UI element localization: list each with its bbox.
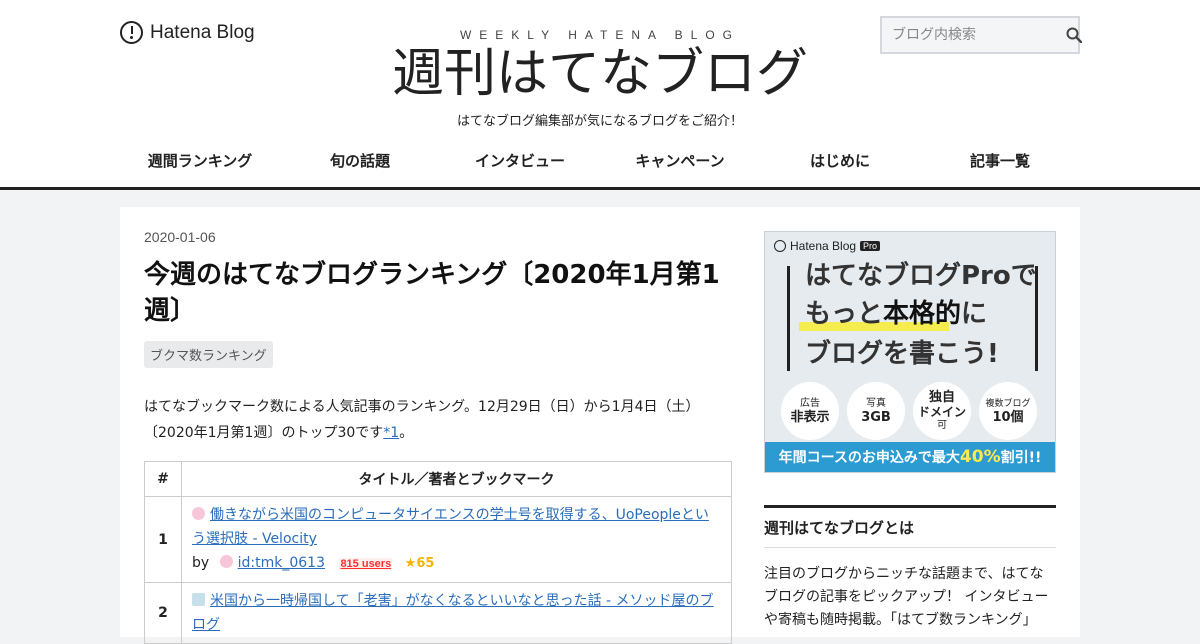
main-content: 2020-01-06 今週のはてなブログランキング〔2020年1月第1週〕 ブク… [120, 207, 1080, 644]
author-avatar-icon [219, 555, 233, 568]
banner-left-bar [787, 266, 790, 371]
search-input[interactable] [882, 18, 1066, 52]
table-row: 1 働きながら米国のコンピュータサイエンスの学士号を取得する、UoPeopleと… [144, 496, 732, 583]
search-box [880, 16, 1082, 54]
banner-foot-text: 年間コースのお申込みで最大 [778, 450, 960, 466]
feature-big: ドメイン [917, 405, 966, 419]
site-header: Hatena Blog WEEKLY HATENA BLOG 週刊はてなブログ … [0, 0, 1200, 190]
nav-hot-topics[interactable]: 旬の話題 [280, 150, 440, 182]
rank-number: 1 [144, 496, 182, 583]
entry-cell: 米国から一時帰国して「老害」がなくなるといいなと思った話 - メソッド屋のブログ [181, 582, 732, 644]
star-icon: ★ [404, 556, 417, 571]
table-header-row: # タイトル／著者とブックマーク [144, 461, 732, 497]
intro-end: 。 [399, 425, 414, 441]
feature-small-2: 可 [937, 420, 947, 431]
nav-interview[interactable]: インタビュー [440, 150, 600, 182]
intro-text: はてなブックマーク数による人気記事のランキング。12月29日（日）から1月4日（… [144, 399, 700, 441]
banner-line-2a: もっと [805, 299, 884, 329]
feature-small: 独自 [928, 390, 955, 405]
star-count[interactable]: ★65 [405, 556, 435, 571]
search-button[interactable] [1066, 18, 1082, 52]
article-date[interactable]: 2020-01-06 [144, 229, 732, 245]
blog-favicon-icon [192, 593, 205, 606]
feature-big: 3GB [861, 409, 891, 425]
table-row: 2 米国から一時帰国して「老害」がなくなるといいなと思った話 - メソッド屋のブ… [144, 582, 732, 644]
entry-title-link[interactable]: 米国から一時帰国して「老害」がなくなるといいなと思った話 - メソッド屋のブログ [192, 593, 714, 633]
nav-campaign[interactable]: キャンペーン [600, 150, 760, 182]
blog-favicon-icon [192, 507, 205, 520]
ranking-table: # タイトル／著者とブックマーク 1 働きながら米国のコンピュータサイエンスの学… [144, 461, 732, 644]
feature-no-ads: 広告 非表示 [781, 382, 839, 440]
about-heading: 週刊はてなブログとは [764, 505, 1056, 548]
banner-line-3: ブログを書こう! [805, 339, 999, 369]
banner-logo: Hatena Blog Pro [774, 239, 881, 253]
bookmark-users-badge[interactable]: 815 users [339, 558, 393, 570]
banner-line-2c: に [961, 299, 988, 329]
entry-cell: 働きながら米国のコンピュータサイエンスの学士号を取得する、UoPeopleという… [181, 496, 732, 583]
star-count-value: 65 [416, 556, 435, 571]
feature-small: 広告 [800, 397, 820, 409]
article-intro: はてなブックマーク数による人気記事のランキング。12月29日（日）から1月4日（… [144, 394, 732, 446]
column-header-title: タイトル／著者とブックマーク [181, 461, 732, 497]
about-text: 注目のブログからニッチな話題まで、はてなブログの記事をピックアップ！ インタビュ… [764, 566, 1049, 628]
feature-big: 非表示 [790, 409, 830, 425]
banner-line-2: もっと本格的に [805, 294, 987, 334]
feature-domain: 独自 ドメイン可 [913, 382, 971, 440]
banner-logo-text: Hatena Blog [790, 239, 857, 253]
nav-weekly-ranking[interactable]: 週間ランキング [120, 150, 280, 182]
sidebar: Hatena Blog Pro はてなブログProで もっと本格的に ブログを書… [764, 231, 1056, 632]
article-category-tag[interactable]: ブクマ数ランキング [144, 341, 273, 368]
search-icon [1066, 27, 1082, 43]
hatena-blog-pro-banner[interactable]: Hatena Blog Pro はてなブログProで もっと本格的に ブログを書… [764, 231, 1056, 473]
site-tagline: はてなブログ編集部が気になるブログをご紹介！ [456, 114, 743, 129]
feature-big: 10個 [992, 409, 1024, 425]
global-nav: 週間ランキング 旬の話題 インタビュー キャンペーン はじめに 記事一覧 [120, 150, 1080, 182]
nav-getting-started[interactable]: はじめに [760, 150, 920, 182]
nav-all-articles[interactable]: 記事一覧 [920, 150, 1080, 182]
feature-small: 複数ブログ [985, 398, 1031, 409]
banner-foot-text-end: 割引!! [1000, 450, 1042, 466]
author-link[interactable]: id:tmk_0613 [238, 555, 325, 571]
feature-photo: 写真 3GB [847, 382, 905, 440]
by-label: by [192, 555, 210, 571]
article-title[interactable]: 今週のはてなブログランキング〔2020年1月第1週〕 [144, 257, 732, 329]
banner-line-2b: 本格的 [883, 299, 962, 329]
feature-small: 写真 [866, 397, 886, 409]
article: 2020-01-06 今週のはてなブログランキング〔2020年1月第1週〕 ブク… [144, 229, 732, 644]
feature-circles: 広告 非表示 写真 3GB 独自 ドメイン可 複数ブログ 10個 [781, 382, 1037, 440]
banner-line-1: はてなブログProで [805, 261, 1037, 291]
entry-title-link[interactable]: 働きながら米国のコンピュータサイエンスの学士号を取得する、UoPeopleという… [192, 507, 709, 547]
hatena-logo-icon [774, 240, 786, 252]
feature-multi-blog: 複数ブログ 10個 [979, 382, 1037, 440]
column-header-rank: # [144, 461, 182, 497]
banner-footer: 年間コースのお申込みで最大40%割引!! [765, 442, 1055, 472]
banner-foot-percent: 40% [959, 447, 1001, 467]
pro-badge: Pro [860, 241, 881, 251]
entry-title-line: 働きながら米国のコンピュータサイエンスの学士号を取得する、UoPeopleという… [192, 503, 721, 551]
entry-meta: by id:tmk_0613 815 users ★65 [192, 551, 721, 576]
rank-number: 2 [144, 582, 182, 644]
footnote-link[interactable]: *1 [383, 425, 399, 441]
